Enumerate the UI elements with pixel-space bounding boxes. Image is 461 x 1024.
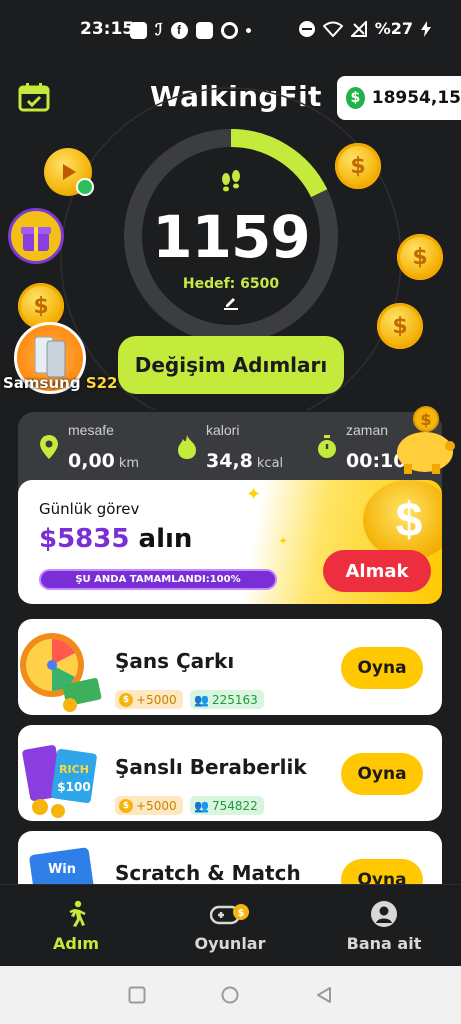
check-badge-icon: [76, 178, 94, 196]
home-icon[interactable]: [221, 986, 239, 1004]
wifi-icon: [322, 21, 343, 37]
notification-square-icon-2: [195, 21, 213, 39]
game-card-scratch[interactable]: Win Scratch & Match Oyna: [18, 831, 442, 884]
chat-bubble-icon: [220, 21, 238, 39]
coin-reward-2[interactable]: $: [335, 143, 381, 189]
steps-goal: Hedef: 6500: [182, 276, 280, 292]
stat-distance-value: 0,00 km: [68, 450, 140, 472]
dollar-coin-image: $: [363, 480, 442, 560]
reward-badge: $ +5000: [115, 690, 183, 709]
gamepad-icon: $: [210, 903, 249, 924]
recents-icon[interactable]: [128, 986, 146, 1004]
game-title: Şanslı Beraberlik: [115, 755, 307, 779]
nav-steps-label: Adım: [53, 933, 99, 953]
svg-text:$100: $100: [57, 780, 90, 794]
play-button[interactable]: Oyna: [341, 859, 423, 884]
nav-profile-label: Bana ait: [346, 933, 422, 953]
scratch-card-icon: Win: [29, 847, 95, 884]
coin-reward-4[interactable]: $: [377, 303, 423, 349]
sparkle-icon: ✦: [246, 484, 262, 504]
players-badge: 👥 225163: [190, 690, 264, 709]
lottery-tickets-icon: RICH $100: [22, 745, 97, 818]
users-icon: 👥: [194, 798, 209, 813]
game-title: Scratch & Match: [115, 861, 301, 884]
game-card-lucky-draw[interactable]: RICH $100 Şanslı Beraberlik $ +5000 👥 7548…: [18, 725, 442, 821]
claim-button[interactable]: Almak: [323, 550, 431, 592]
notification-icons: ℐ f: [130, 20, 251, 40]
daily-task-card: $ ✦ ✦ Günlük görev $5835 alın ŞU ANDA TA…: [18, 480, 442, 604]
nav-steps[interactable]: Adım: [6, 885, 146, 967]
daily-task-reward: $5835 alın: [39, 524, 193, 554]
gift-box-button[interactable]: [8, 208, 64, 264]
screen: 23:15 ℐ f %27 WalkingFit $ 18954,15 1159…: [0, 0, 461, 1024]
status-time: 23:15: [80, 19, 135, 39]
game-card-wheel[interactable]: Şans Çarkı $ +5000 👥 225163 Oyna: [18, 619, 442, 715]
daily-task-title: Günlük görev: [39, 500, 140, 518]
location-pin-icon: [40, 435, 58, 459]
nav-profile[interactable]: Bana ait: [314, 885, 454, 967]
battery-percent: %27: [374, 19, 413, 38]
notification-j-icon: ℐ: [155, 22, 163, 39]
video-reward-button[interactable]: [44, 148, 94, 196]
flame-icon: [178, 435, 196, 459]
sparkle-icon-2: ✦: [278, 534, 289, 548]
profile-icon: [371, 900, 397, 927]
edit-goal-icon[interactable]: [223, 294, 239, 310]
coin-reward-3[interactable]: $: [397, 234, 443, 280]
game-title: Şans Çarkı: [115, 649, 235, 673]
play-button[interactable]: Oyna: [341, 753, 423, 795]
footsteps-icon: [222, 170, 240, 192]
bottom-nav: Adım $ Oyunlar Bana ait: [0, 884, 461, 966]
stopwatch-icon: [318, 435, 336, 458]
svg-text:Win: Win: [48, 862, 76, 877]
stat-distance-label: mesafe: [68, 422, 114, 438]
fortune-wheel-icon: [20, 633, 102, 712]
dnd-icon: [298, 20, 315, 37]
notification-square-icon: [130, 21, 147, 39]
charging-icon: [421, 20, 431, 37]
status-bar: 23:15 ℐ f %27: [0, 0, 461, 60]
reward-badge: $ +5000: [115, 796, 183, 815]
players-badge: 👥 754822: [190, 796, 264, 815]
more-dot-icon: [245, 27, 251, 33]
nav-games-label: Oyunlar: [194, 933, 266, 953]
svg-text:$: $: [420, 410, 431, 429]
svg-text:$: $: [238, 908, 245, 919]
coin-icon: $: [119, 798, 133, 813]
stat-time-label: zaman: [346, 422, 389, 438]
system-nav-bar: [0, 966, 461, 1024]
users-icon: 👥: [194, 692, 209, 707]
facebook-icon: f: [170, 21, 188, 39]
back-icon[interactable]: [315, 986, 333, 1004]
system-icons: %27: [298, 19, 431, 38]
stat-calories-value: 34,8 kcal: [206, 450, 284, 472]
gift-icon: [21, 227, 51, 251]
exchange-steps-button[interactable]: Değişim Adımları: [118, 336, 344, 394]
daily-task-progress: ŞU ANDA TAMAMLANDI:100%: [39, 569, 277, 590]
signal-icon: [350, 20, 367, 37]
samsung-promo-label: Samsung S22: [3, 374, 118, 392]
steps-count: 1159: [152, 203, 310, 271]
coin-icon: $: [119, 692, 133, 707]
play-button[interactable]: Oyna: [341, 647, 423, 689]
walking-icon: [69, 900, 86, 927]
svg-text:RICH: RICH: [59, 763, 89, 776]
nav-games[interactable]: $ Oyunlar: [160, 885, 300, 967]
piggy-bank-icon[interactable]: $: [392, 402, 458, 478]
play-video-icon: [63, 164, 76, 180]
stat-calories-label: kalori: [206, 422, 240, 438]
